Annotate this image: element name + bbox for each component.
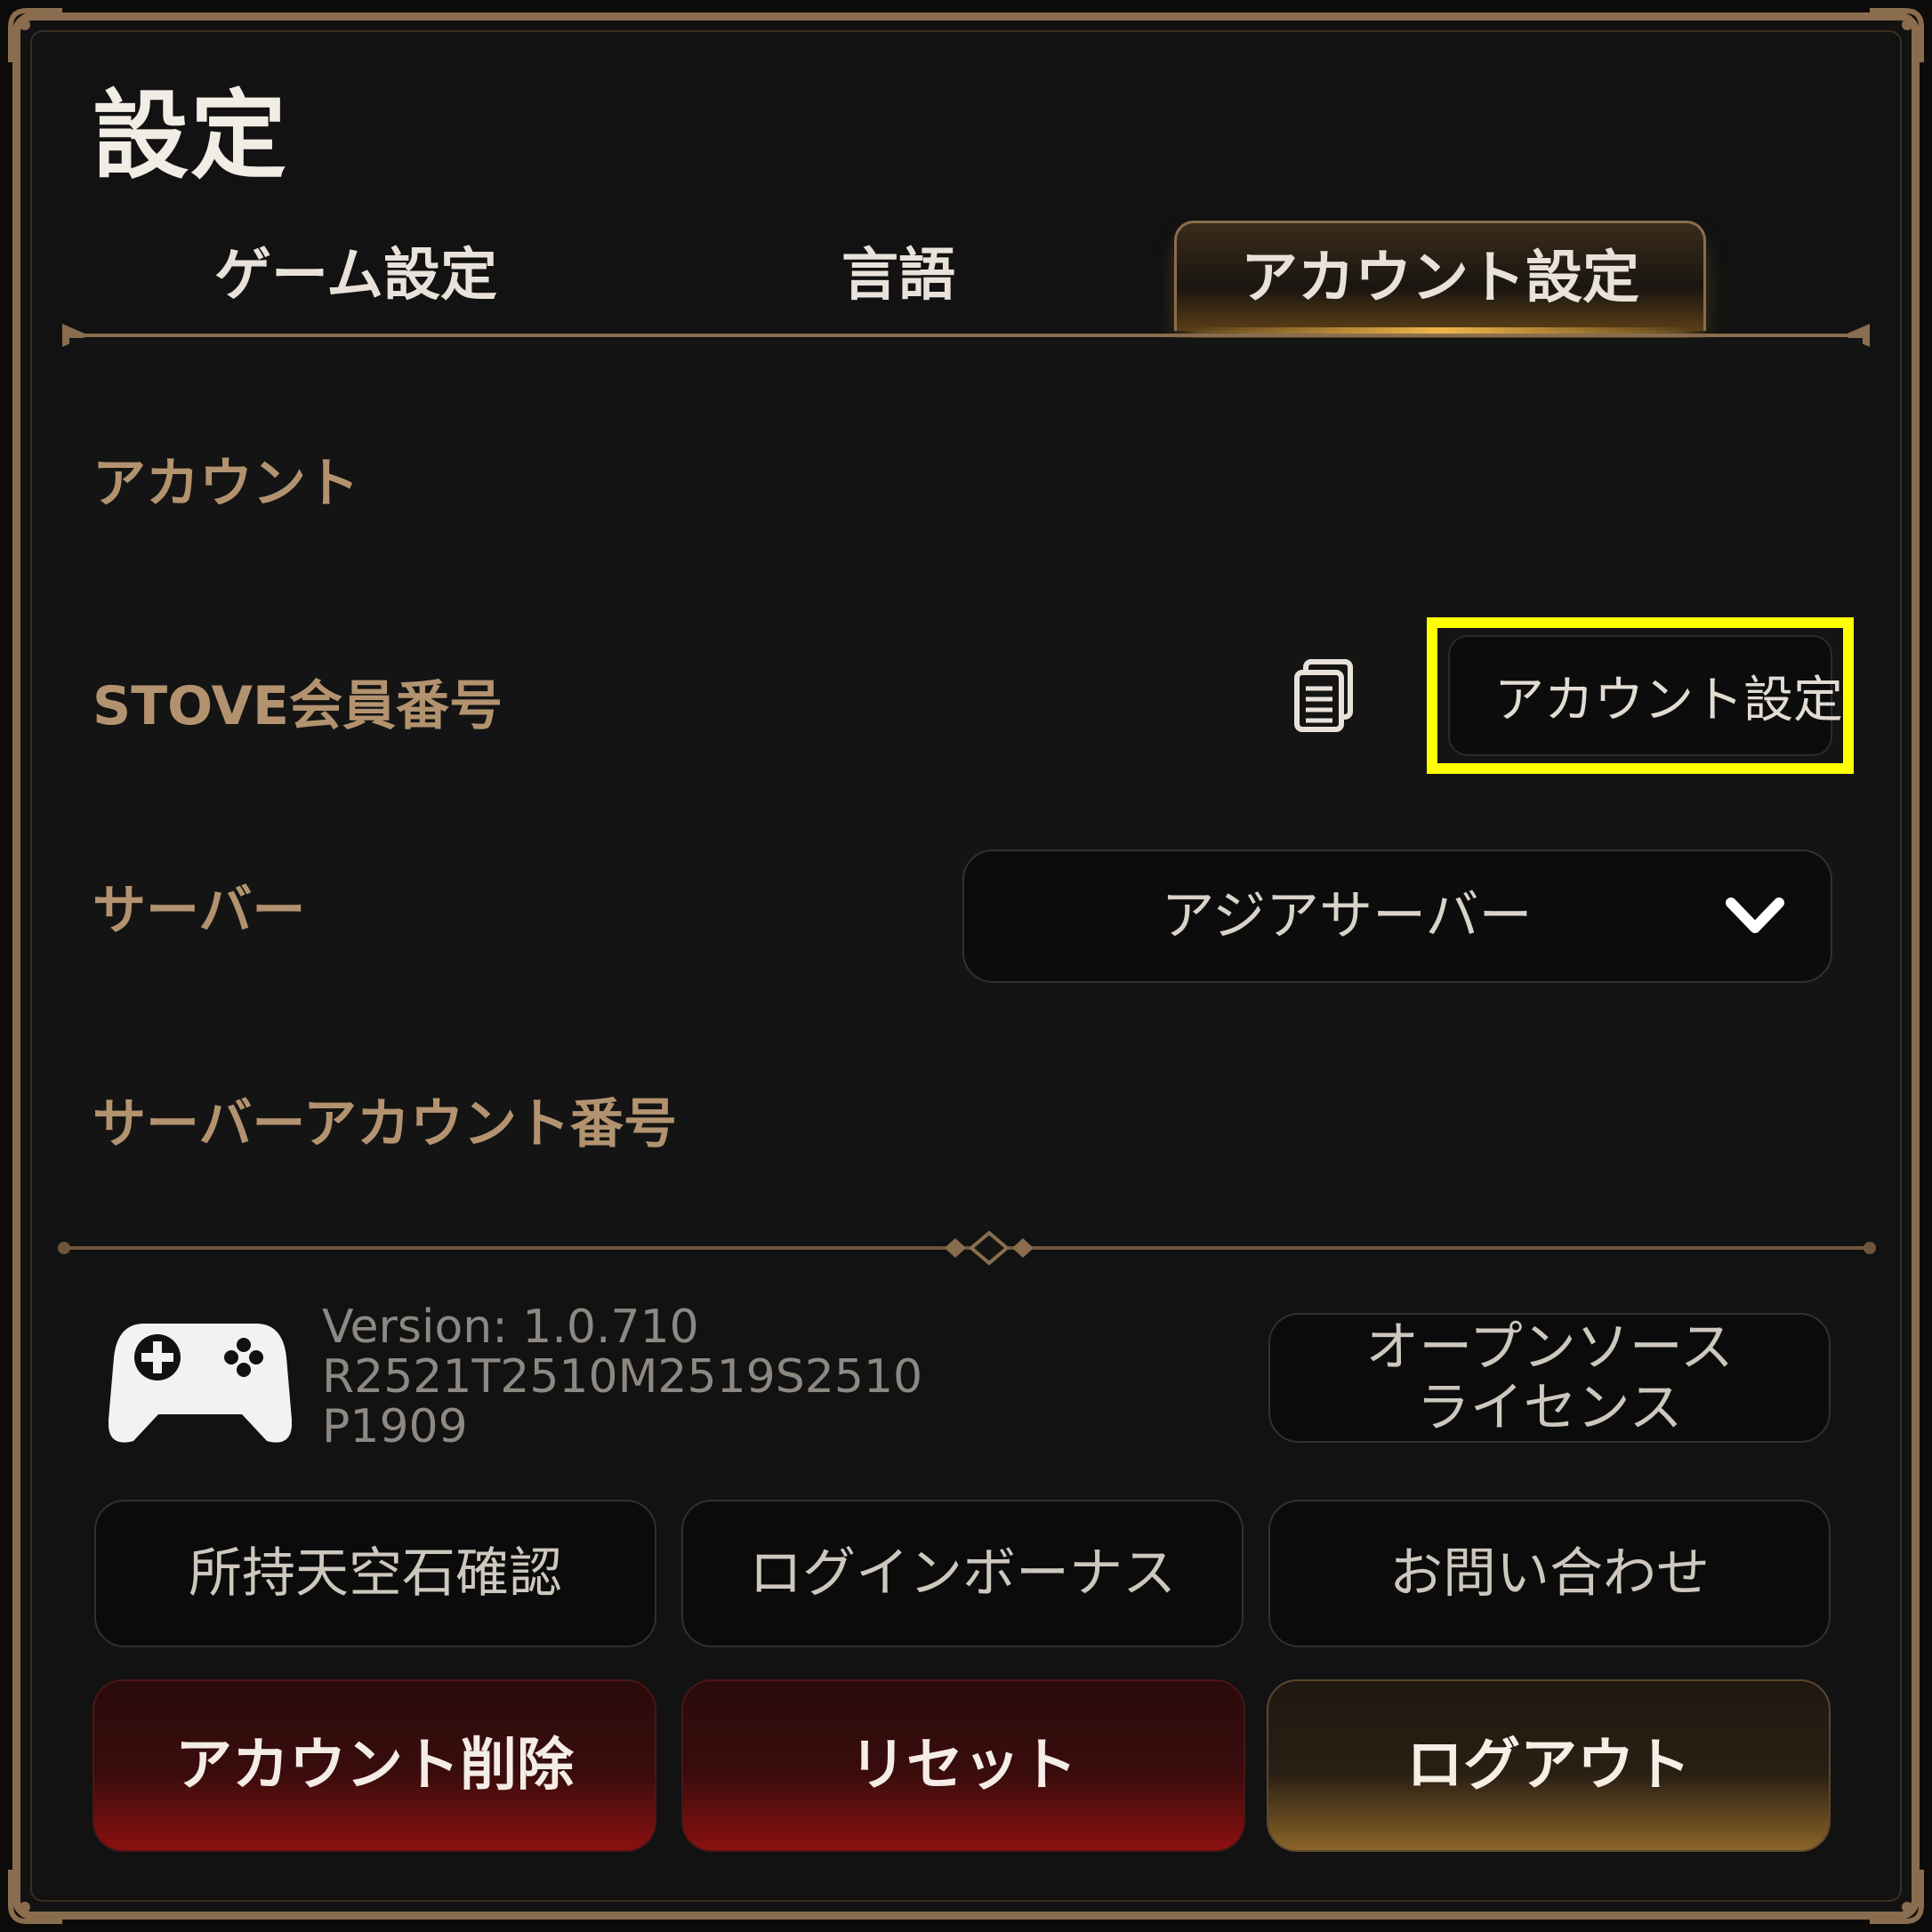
server-dropdown[interactable]: アジアサーバー [962, 849, 1832, 983]
footer-divider [58, 1230, 1876, 1266]
contact-us-button[interactable]: お問い合わせ [1268, 1500, 1831, 1647]
copy-icon[interactable] [1293, 658, 1356, 733]
open-source-license-button[interactable]: オープンソース ライセンス [1268, 1313, 1831, 1443]
server-dropdown-value: アジアサーバー [1161, 885, 1533, 947]
chevron-down-icon [1726, 898, 1784, 933]
corner-ornament-icon [8, 1870, 62, 1924]
server-label: サーバー [93, 880, 306, 942]
tab-account-settings[interactable]: アカウント設定 [1174, 221, 1706, 331]
tab-language[interactable]: 言語 [765, 221, 1032, 331]
login-bonus-button[interactable]: ログインボーナス [681, 1500, 1244, 1647]
reset-button[interactable]: リセット [681, 1679, 1245, 1852]
tab-game-settings[interactable]: ゲーム設定 [178, 221, 534, 331]
gamepad-icon [109, 1324, 292, 1443]
build-line: R2521T2510M2519S2510 [322, 1350, 923, 1404]
open-source-license-line2: ライセンス [1416, 1377, 1683, 1439]
highlight-box [1427, 617, 1854, 774]
corner-ornament-icon [8, 8, 62, 62]
stove-member-number-label: STOVE会員番号 [93, 675, 503, 737]
server-account-number-label: サーバーアカウント番号 [93, 1093, 677, 1155]
version-info: Version: 1.0.710 R2521T2510M2519S2510 P1… [322, 1302, 922, 1452]
patch-line: P1909 [322, 1400, 468, 1453]
delete-account-button[interactable]: アカウント削除 [93, 1679, 656, 1852]
page-title: 設定 [93, 81, 289, 192]
open-source-license-line1: オープンソース [1365, 1316, 1734, 1379]
version-line: Version: 1.0.710 [322, 1300, 699, 1354]
check-skystone-button[interactable]: 所持天空石確認 [94, 1500, 656, 1647]
account-section-label: アカウント [93, 453, 359, 515]
corner-ornament-icon [1870, 1870, 1924, 1924]
logout-button[interactable]: ログアウト [1267, 1679, 1831, 1852]
corner-ornament-icon [1870, 8, 1924, 62]
